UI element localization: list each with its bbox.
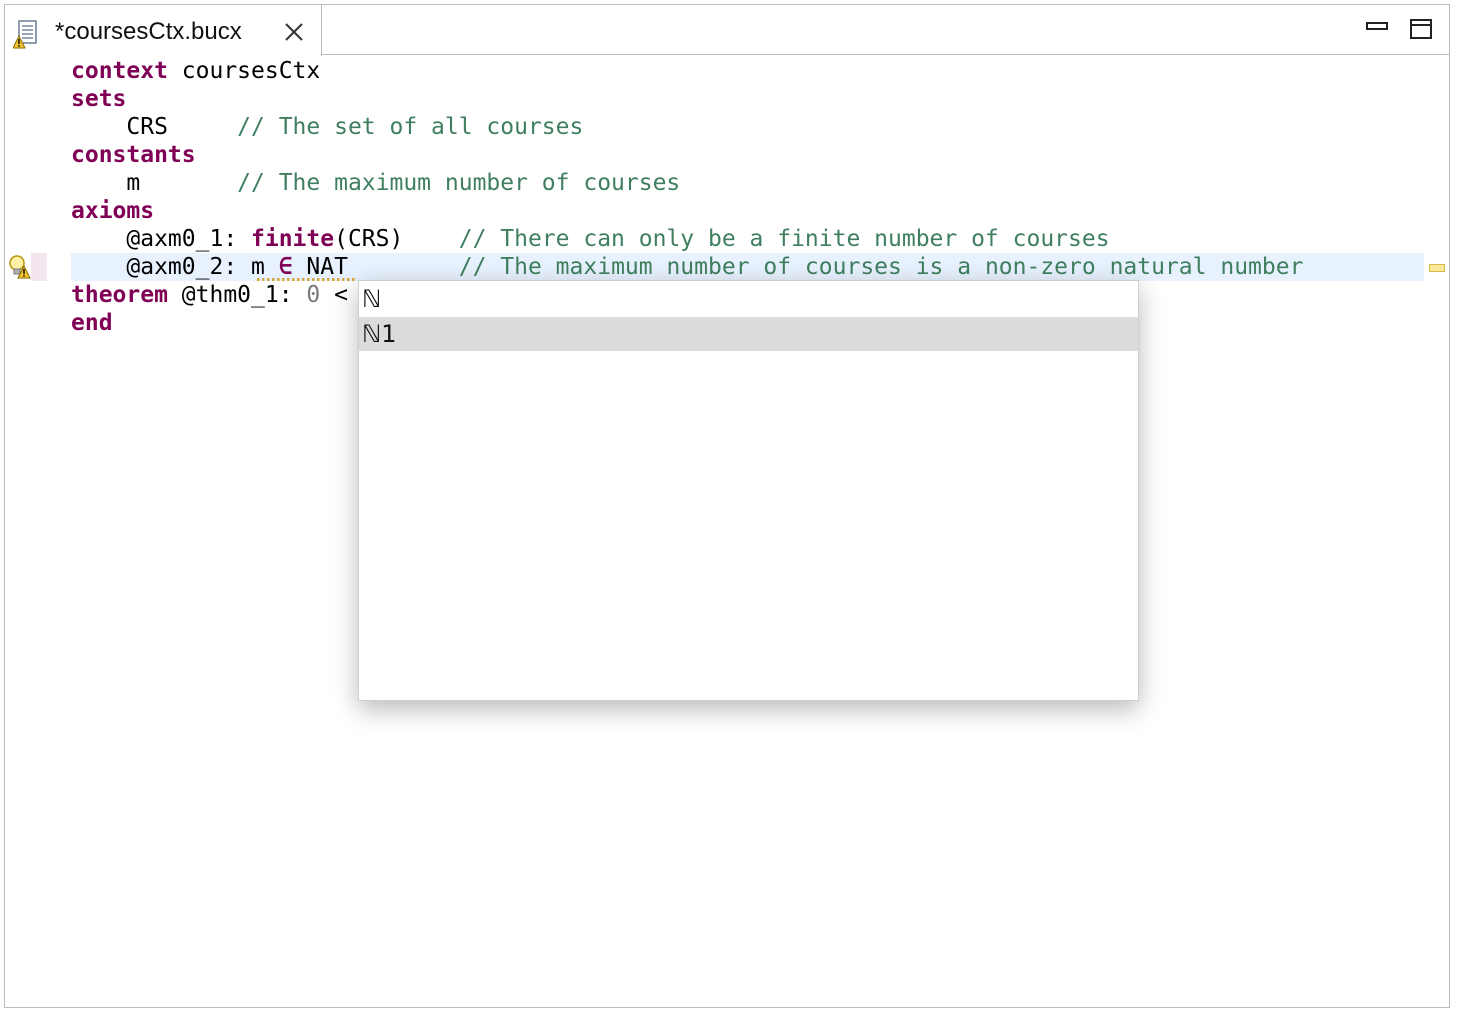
- code-line: axioms: [71, 197, 154, 225]
- code-line: @axm0_1: finite(CRS) // There can only b…: [71, 225, 1110, 253]
- editor-window: *coursesCtx.bucx context coursesCtx sets …: [4, 4, 1450, 1008]
- warning-marker[interactable]: [1429, 264, 1445, 272]
- warning-lightbulb-icon[interactable]: [7, 254, 31, 280]
- warning-squiggle: [257, 278, 357, 281]
- code-token: NAT: [292, 254, 459, 280]
- code-token: @thm0_1:: [167, 282, 307, 308]
- maximize-icon[interactable]: [1409, 17, 1433, 41]
- line-marker: [31, 253, 47, 281]
- tab-coursesctx[interactable]: *coursesCtx.bucx: [5, 5, 322, 56]
- code-line: @axm0_2: m ∈ NAT // The maximum number o…: [71, 253, 1303, 281]
- code-token: m: [71, 170, 238, 196]
- autocomplete-item-selected[interactable]: ℕ1: [359, 317, 1138, 351]
- code-token: CRS: [71, 114, 238, 140]
- code-line: sets: [71, 85, 126, 113]
- comment-token: // The maximum number of courses is a no…: [458, 254, 1304, 280]
- code-token: @axm0_1:: [71, 226, 252, 252]
- code-token: coursesCtx: [167, 58, 321, 84]
- keyword-token: context: [71, 58, 168, 84]
- close-icon[interactable]: [283, 21, 305, 43]
- code-token: <: [320, 282, 348, 308]
- code-line: context coursesCtx: [71, 57, 320, 85]
- code-line: m // The maximum number of courses: [71, 169, 680, 197]
- tab-bar: *coursesCtx.bucx: [5, 5, 1449, 56]
- code-line: end: [71, 309, 113, 337]
- keyword-token: ∈: [278, 254, 293, 280]
- comment-token: // There can only be a finite number of …: [458, 226, 1110, 252]
- code-line: constants: [71, 141, 196, 169]
- autocomplete-popup: ℕ ℕ1: [358, 280, 1139, 701]
- tab-title: *coursesCtx.bucx: [55, 18, 242, 45]
- keyword-token: finite: [251, 226, 335, 252]
- code-editor[interactable]: context coursesCtx sets CRS // The set of…: [5, 56, 1449, 1006]
- code-token: 0: [306, 282, 321, 308]
- keyword-token: end: [71, 310, 113, 336]
- keyword-token: axioms: [71, 198, 155, 224]
- code-token: (CRS): [334, 226, 459, 252]
- autocomplete-item[interactable]: ℕ: [359, 282, 1138, 316]
- code-token: @axm0_2: m: [71, 254, 279, 280]
- keyword-token: theorem: [71, 282, 168, 308]
- code-line: theorem @thm0_1: 0 <: [71, 281, 348, 309]
- minimize-icon[interactable]: [1365, 17, 1389, 41]
- comment-token: // The maximum number of courses: [237, 170, 681, 196]
- code-line: CRS // The set of all courses: [71, 113, 583, 141]
- context-file-warning-icon: [13, 20, 37, 49]
- keyword-token: sets: [71, 86, 127, 112]
- comment-token: // The set of all courses: [237, 114, 584, 140]
- keyword-token: constants: [71, 142, 196, 168]
